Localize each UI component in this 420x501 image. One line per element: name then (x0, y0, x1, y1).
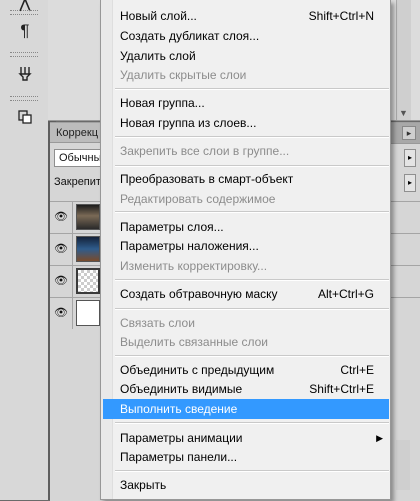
scroll-down-icon[interactable]: ▼ (399, 108, 408, 118)
menu-item-close[interactable]: Закрыть (103, 475, 389, 495)
menu-item-label: Удалить слой (120, 49, 196, 63)
menu-item-label: Новая группа из слоев... (120, 116, 257, 130)
menu-item-label: Параметры наложения... (120, 239, 259, 253)
menu-item-label: Закрепить все слои в группе... (120, 144, 290, 158)
menu-item-panel-options[interactable]: Параметры панели... (103, 447, 389, 467)
menu-item-select-linked-layers: Выделить связанные слои (103, 332, 389, 352)
menu-item-label: Преобразовать в смарт-объект (120, 172, 294, 186)
menu-item-blending-options[interactable]: Параметры наложения... (103, 236, 389, 256)
menu-item-shortcut: Ctrl+E (340, 363, 374, 377)
menu-item-delete-layer[interactable]: Удалить слой (103, 46, 389, 66)
menu-item-label: Удалить скрытые слои (120, 68, 247, 82)
eye-icon[interactable]: 👁 (54, 210, 68, 224)
layer-thumbnail (76, 268, 100, 294)
menu-item-duplicate-layer[interactable]: Создать дубликат слоя... (103, 26, 389, 46)
menu-item-merge-down[interactable]: Объединить с предыдущим Ctrl+E (103, 360, 389, 380)
menu-item-group-from-layers[interactable]: Новая группа из слоев... (103, 113, 389, 133)
menu-item-merge-visible[interactable]: Объединить видимые Shift+Ctrl+E (103, 379, 389, 399)
row-divider (72, 202, 73, 233)
menu-item-label: Создать обтравочную маску (120, 287, 278, 301)
menu-item-label: Изменить корректировку... (120, 259, 268, 273)
menu-separator (115, 308, 389, 310)
row-divider (72, 234, 73, 265)
tools-dock: ¶ (0, 0, 49, 500)
panel-menu-icon[interactable]: ▸ (402, 126, 416, 140)
menu-separator (115, 211, 389, 213)
menu-item-label: Объединить видимые (120, 382, 243, 396)
clone-source-icon[interactable] (8, 104, 42, 130)
opacity-arrow-button[interactable]: ▸ (404, 149, 416, 167)
menu-item-lock-all-layers: Закрепить все слои в группе... (103, 141, 389, 161)
upper-panel-scrollbar[interactable]: ▼ (396, 0, 411, 120)
menu-separator (115, 88, 389, 90)
menu-item-label: Параметры слоя... (120, 220, 224, 234)
text-tool-icon[interactable] (8, 0, 42, 18)
brush-preset-icon[interactable] (8, 60, 42, 86)
layers-scrollbar[interactable] (396, 440, 410, 490)
menu-item-new-group[interactable]: Новая группа... (103, 93, 389, 113)
row-divider (72, 298, 73, 329)
menu-separator (115, 422, 389, 424)
eye-icon[interactable]: 👁 (54, 306, 68, 320)
layers-context-menu: Новый слой... Shift+Ctrl+N Создать дубли… (100, 0, 391, 500)
lock-label: Закрепить (54, 176, 106, 188)
submenu-arrow-icon: ▶ (376, 433, 383, 443)
row-divider (72, 266, 73, 297)
menu-item-delete-hidden-layers: Удалить скрытые слои (103, 65, 389, 85)
menu-item-label: Редактировать содержимое (120, 192, 276, 206)
menu-item-convert-smart-object[interactable]: Преобразовать в смарт-объект (103, 169, 389, 189)
layer-thumbnail (76, 236, 100, 262)
layer-thumbnail (76, 204, 100, 230)
menu-separator (115, 165, 389, 167)
menu-item-label: Создать дубликат слоя... (120, 29, 260, 43)
menu-separator (115, 279, 389, 281)
menu-item-edit-contents: Редактировать содержимое (103, 189, 389, 209)
dock-grip[interactable] (10, 52, 38, 57)
menu-item-label: Выполнить сведение (120, 402, 238, 416)
fill-arrow-button[interactable]: ▸ (404, 174, 416, 192)
menu-item-label: Параметры анимации (120, 431, 243, 445)
dock-grip[interactable] (10, 10, 38, 15)
menu-item-shortcut: Alt+Ctrl+G (317, 287, 374, 301)
menu-item-animation-options[interactable]: Параметры анимации ▶ (103, 428, 389, 448)
menu-item-label: Выделить связанные слои (120, 335, 269, 349)
menu-item-label: Параметры панели... (120, 450, 238, 464)
menu-separator (115, 355, 389, 357)
layer-thumbnail (76, 300, 100, 326)
eye-icon[interactable]: 👁 (54, 242, 68, 256)
paragraph-icon[interactable]: ¶ (8, 18, 42, 44)
menu-separator (115, 136, 389, 138)
menu-item-label: Закрыть (120, 478, 167, 492)
menu-separator (115, 470, 389, 472)
menu-item-label: Новая группа... (120, 96, 205, 110)
menu-item-create-clipping-mask[interactable]: Создать обтравочную маску Alt+Ctrl+G (103, 284, 389, 304)
menu-item-shortcut: Shift+Ctrl+E (309, 382, 374, 396)
menu-item-link-layers: Связать слои (103, 313, 389, 333)
menu-item-edit-adjustment: Изменить корректировку... (103, 256, 389, 276)
menu-item-new-layer[interactable]: Новый слой... Shift+Ctrl+N (103, 6, 389, 26)
menu-item-flatten-image[interactable]: Выполнить сведение (103, 399, 389, 419)
menu-item-label: Новый слой... (120, 9, 197, 23)
eye-icon[interactable]: 👁 (54, 274, 68, 288)
menu-item-layer-properties[interactable]: Параметры слоя... (103, 217, 389, 237)
dock-grip[interactable] (10, 96, 38, 101)
menu-item-shortcut: Shift+Ctrl+N (308, 9, 374, 23)
menu-item-label: Объединить с предыдущим (120, 363, 275, 377)
menu-item-label: Связать слои (120, 316, 195, 330)
